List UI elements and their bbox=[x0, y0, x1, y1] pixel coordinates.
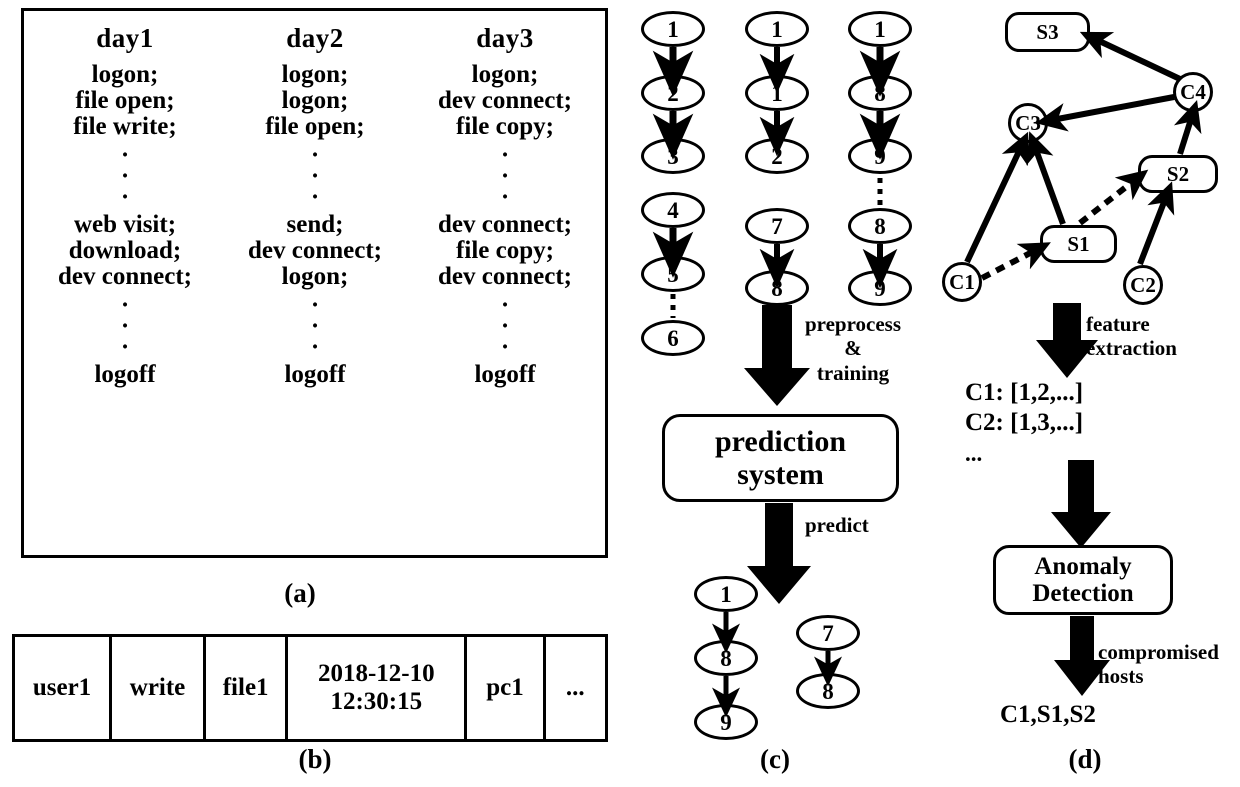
log-entry: file open; bbox=[265, 113, 365, 140]
pred-seq2-node-0: 7 bbox=[796, 615, 860, 651]
log-entry: download; bbox=[68, 237, 182, 264]
vertical-ellipsis: · · · bbox=[310, 292, 320, 361]
vertical-ellipsis: · · · bbox=[310, 142, 320, 211]
log-entry: send; bbox=[286, 211, 344, 238]
graph-node-S2: S2 bbox=[1138, 155, 1218, 193]
seq1-node-0: 1 bbox=[641, 11, 705, 47]
seq2-node-0: 1 bbox=[745, 11, 809, 47]
graph-node-C1: C1 bbox=[942, 262, 982, 302]
seq2-node-2: 2 bbox=[745, 138, 809, 174]
day-title: day3 bbox=[476, 23, 534, 53]
seq3-node-2: 9 bbox=[848, 138, 912, 174]
log-column-day1: day1 logon; file open; file write; · · · w… bbox=[30, 25, 220, 388]
log-entry-last: logoff bbox=[94, 361, 156, 388]
table-cell-action: write bbox=[112, 637, 207, 739]
seq3-node-1: 8 bbox=[848, 75, 912, 111]
edge-C1-S1 bbox=[980, 242, 1051, 281]
vertical-ellipsis: · · · bbox=[500, 292, 510, 361]
panel-caption-b: (b) bbox=[298, 744, 332, 774]
log-entry: logon; bbox=[281, 263, 349, 290]
predict-label: predict bbox=[805, 513, 869, 537]
panel-b-event-table: user1 write file1 2018-12-10 12:30:15 pc… bbox=[12, 634, 608, 742]
panel-a-log-box: day1 logon; file open; file write; · · · w… bbox=[21, 8, 608, 558]
edge-C4-C3 bbox=[1035, 94, 1175, 132]
anomaly-detection-box: Anomaly Detection bbox=[993, 545, 1173, 615]
seq1-node-4: 5 bbox=[641, 256, 705, 292]
seq3-node-0: 1 bbox=[848, 11, 912, 47]
graph-node-C3: C3 bbox=[1008, 103, 1048, 143]
log-entry-last: logoff bbox=[474, 361, 536, 388]
edge-S2-C4 bbox=[1173, 99, 1202, 155]
log-entry: web visit; bbox=[73, 211, 177, 238]
seq1-node-3: 4 bbox=[641, 192, 705, 228]
feature-extraction-label: feature extraction bbox=[1086, 312, 1177, 361]
graph-node-S3: S3 bbox=[1005, 12, 1090, 52]
log-entry: logon; bbox=[281, 61, 349, 88]
panel-caption-a: (a) bbox=[284, 578, 316, 608]
seq3-node-3: 8 bbox=[848, 208, 912, 244]
edge-C1-C3 bbox=[964, 131, 1029, 264]
table-cell-object: file1 bbox=[206, 637, 289, 739]
vertical-ellipsis: · · · bbox=[120, 142, 130, 211]
edge-S1-S2 bbox=[1078, 169, 1149, 226]
graph-node-S1: S1 bbox=[1040, 225, 1117, 263]
log-entry: file open; bbox=[75, 87, 175, 114]
pred-seq1-node-1: 8 bbox=[694, 640, 758, 676]
figure-root: day1 logon; file open; file write; · · · w… bbox=[0, 0, 1240, 787]
log-column-day2: day2 logon; logon; file open; · · · send; … bbox=[220, 25, 410, 388]
log-entry: logon; bbox=[91, 61, 159, 88]
log-entry: dev connect; bbox=[248, 237, 382, 264]
feature-vector-ellipsis: ... bbox=[965, 441, 983, 466]
log-entry: dev connect; bbox=[438, 211, 572, 238]
edge-C2-S2 bbox=[1137, 181, 1175, 266]
table-cell-user: user1 bbox=[15, 637, 113, 739]
log-column-day3: day3 logon; dev connect; file copy; · · · … bbox=[410, 25, 600, 388]
seq2-node-3: 7 bbox=[745, 208, 809, 244]
graph-node-C4: C4 bbox=[1173, 72, 1213, 112]
preprocess-training-label: preprocess & training bbox=[804, 312, 902, 385]
log-entry: dev connect; bbox=[58, 263, 192, 290]
log-entry: file copy; bbox=[456, 113, 554, 140]
day-title: day2 bbox=[286, 23, 344, 53]
compromised-hosts-result: C1,S1,S2 bbox=[1000, 701, 1096, 728]
table-cell-more: ... bbox=[565, 674, 585, 701]
log-entry: dev connect; bbox=[438, 87, 572, 114]
to-anomaly-detection-block-arrow bbox=[1051, 460, 1111, 548]
seq2-node-1: 1 bbox=[745, 75, 809, 111]
log-entry: file copy; bbox=[456, 237, 554, 264]
table-cell-timestamp: 2018-12-10 12:30:15 bbox=[288, 637, 468, 739]
log-entry: dev connect; bbox=[438, 263, 572, 290]
graph-node-C2: C2 bbox=[1123, 265, 1163, 305]
edge-C4-S3 bbox=[1079, 31, 1182, 82]
feature-vector-c1: C1: [1,2,...] bbox=[965, 379, 1084, 406]
pred-seq1-node-2: 9 bbox=[694, 704, 758, 740]
day-title: day1 bbox=[96, 23, 154, 53]
log-entry-last: logoff bbox=[284, 361, 346, 388]
vertical-ellipsis: · · · bbox=[120, 292, 130, 361]
table-cell-host: pc1 bbox=[467, 637, 546, 739]
seq3-node-4: 9 bbox=[848, 270, 912, 306]
panel-caption-d: (d) bbox=[1068, 744, 1102, 774]
pred-seq1-node-0: 1 bbox=[694, 576, 758, 612]
log-entry: file write; bbox=[73, 113, 177, 140]
seq1-node-2: 3 bbox=[641, 138, 705, 174]
log-entry: logon; bbox=[281, 87, 349, 114]
feature-vector-c2: C2: [1,3,...] bbox=[965, 409, 1084, 436]
seq2-node-4: 8 bbox=[745, 270, 809, 306]
vertical-ellipsis: · · · bbox=[500, 142, 510, 211]
prediction-system-box: prediction system bbox=[662, 414, 899, 502]
panel-caption-c: (c) bbox=[760, 744, 790, 774]
compromised-hosts-label: compromised hosts bbox=[1098, 640, 1219, 689]
pred-seq2-node-1: 8 bbox=[796, 673, 860, 709]
seq1-node-1: 2 bbox=[641, 75, 705, 111]
seq1-node-5: 6 bbox=[641, 320, 705, 356]
edge-S1-C3 bbox=[1026, 131, 1066, 226]
log-entry: logon; bbox=[471, 61, 539, 88]
